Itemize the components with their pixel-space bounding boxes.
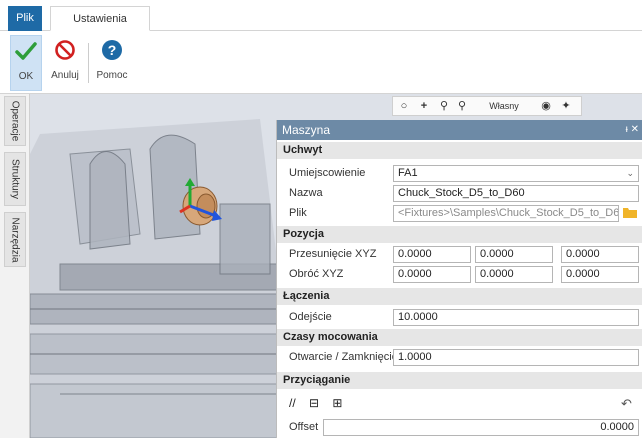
tab-file[interactable]: Plik: [8, 6, 42, 31]
ok-button[interactable]: OK: [10, 35, 42, 91]
panel-title: Maszyna: [282, 123, 331, 137]
center-snap-icon[interactable]: ⊞: [332, 396, 342, 410]
rotate-xyz-label: Obróć XYZ: [289, 268, 344, 280]
placement-dropdown[interactable]: FA1 ⌄: [393, 165, 639, 182]
tab-bar: Plik Ustawienia maszyny: [0, 0, 642, 50]
viewport-toolbar: ○ + ⚲ ⚲ Własny ◉ ✦: [392, 96, 582, 116]
ribbon-divider: [88, 43, 89, 83]
side-tab-tools[interactable]: Narzędzia: [4, 212, 26, 267]
pan-icon[interactable]: +: [417, 98, 431, 115]
undo-icon[interactable]: ↶: [621, 396, 632, 412]
view-selector[interactable]: Własny: [475, 98, 533, 115]
pin-icon[interactable]: ✦: [559, 98, 573, 115]
ribbon: OK Anuluj ? Pomoc: [0, 31, 642, 94]
help-icon: ?: [92, 38, 132, 64]
panel-title-bar: Maszyna ᵼ ✕: [277, 120, 642, 140]
rotate-y-field[interactable]: 0.0000: [475, 266, 553, 283]
section-clamping-times: Czasy mocowania: [277, 329, 642, 346]
snap-offset-label: Offset: [289, 421, 319, 433]
offset-x-field[interactable]: 0.0000: [393, 246, 471, 263]
name-label: Nazwa: [289, 187, 323, 199]
cancel-label: Anuluj: [51, 70, 79, 81]
cancel-button[interactable]: Anuluj: [48, 35, 82, 91]
rotate-x-field[interactable]: 0.0000: [393, 266, 471, 283]
side-tab-label: Operacje: [9, 100, 21, 142]
side-tab-label: Narzędzia: [9, 216, 21, 263]
open-close-field[interactable]: 1.0000: [393, 349, 639, 366]
section-snapping: Przyciąganie: [277, 372, 642, 389]
side-tab-operations[interactable]: Operacje: [4, 96, 26, 146]
offset-y-field[interactable]: 0.0000: [475, 246, 553, 263]
retract-field[interactable]: 10.0000: [393, 309, 639, 326]
ok-label: OK: [18, 71, 34, 82]
pin-close-icon[interactable]: ᵼ ✕: [626, 120, 639, 140]
section-chuck: Uchwyt: [277, 142, 642, 159]
prohibited-icon: [48, 38, 82, 64]
checkmark-icon: [11, 39, 41, 65]
retract-label: Odejście: [289, 311, 332, 323]
open-close-label: Otwarcie / Zamknięcie: [289, 351, 398, 363]
section-connections: Łączenia: [277, 288, 642, 305]
snap-offset-field[interactable]: 0.0000: [323, 419, 639, 436]
side-tab-structures[interactable]: Struktury: [4, 152, 26, 206]
section-position: Pozycja: [277, 226, 642, 243]
help-label: Pomoc: [96, 70, 128, 81]
side-tab-label: Struktury: [9, 158, 21, 200]
placement-value: FA1: [398, 167, 418, 179]
svg-text:?: ?: [108, 42, 117, 58]
name-field[interactable]: Chuck_Stock_D5_to_D60: [393, 185, 639, 202]
parallel-snap-icon[interactable]: //: [289, 396, 296, 410]
file-field[interactable]: <Fixtures>\Samples\Chuck_Stock_D5_to_D60…: [393, 205, 619, 222]
align-snap-icon[interactable]: ⊟: [309, 396, 319, 410]
rotate-icon[interactable]: ○: [397, 98, 411, 115]
zoom-in-icon[interactable]: ⚲: [437, 98, 451, 115]
app-window: Plik Ustawienia maszyny OK Anuluj ? Pomo…: [0, 0, 642, 438]
zoom-out-icon[interactable]: ⚲: [455, 98, 469, 115]
machine-panel: Maszyna ᵼ ✕ Uchwyt Umiejscowienie FA1 ⌄ …: [276, 120, 642, 438]
folder-icon[interactable]: [623, 206, 637, 218]
placement-label: Umiejscowienie: [289, 167, 366, 179]
offset-xyz-label: Przesunięcie XYZ: [289, 248, 377, 260]
file-label: Plik: [289, 207, 307, 219]
side-tab-strip: Operacje Struktury Narzędzia: [0, 94, 30, 438]
offset-z-field[interactable]: 0.0000: [561, 246, 639, 263]
rotate-z-field[interactable]: 0.0000: [561, 266, 639, 283]
eye-icon[interactable]: ◉: [539, 98, 553, 115]
tab-machine-settings[interactable]: Ustawienia maszyny: [50, 6, 150, 50]
snap-toolbar: // ⊟ ⊞: [289, 396, 352, 412]
help-button[interactable]: ? Pomoc: [92, 35, 132, 91]
chevron-down-icon: ⌄: [626, 168, 634, 178]
